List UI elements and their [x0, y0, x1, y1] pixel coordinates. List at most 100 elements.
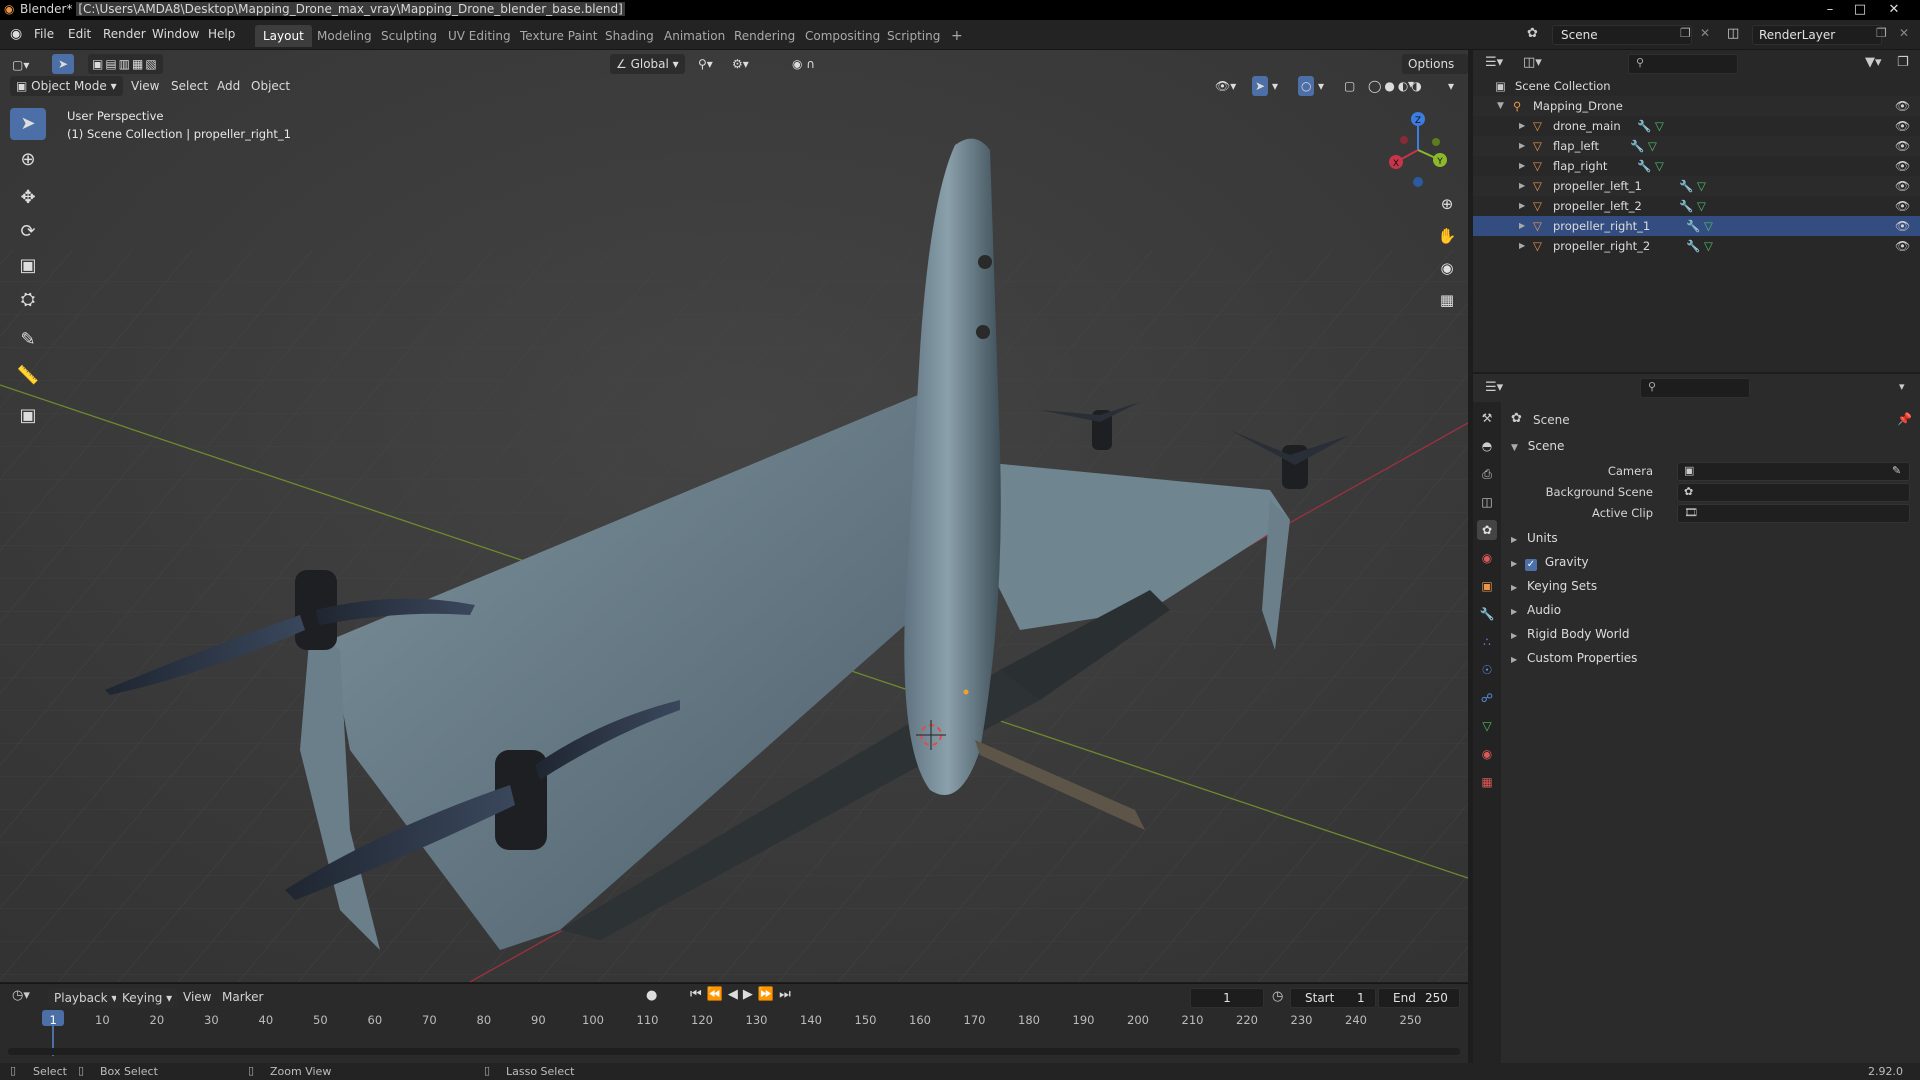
gravity-panel-header[interactable]: ▶ ✓ Gravity: [1511, 555, 1589, 571]
start-frame-field[interactable]: Start 1: [1290, 988, 1376, 1008]
blender-menu-icon[interactable]: ◉: [10, 26, 22, 42]
viewport-menu-select[interactable]: Select: [171, 76, 208, 96]
viewport-menu-object[interactable]: Object: [251, 76, 290, 96]
keying-sets-panel-header[interactable]: ▶ Keying Sets: [1511, 579, 1597, 593]
mesh-data-icon[interactable]: ▽: [1697, 176, 1706, 196]
tool-tab-icon[interactable]: ⚒: [1477, 408, 1497, 428]
rigid-body-world-panel-header[interactable]: ▶ Rigid Body World: [1511, 627, 1630, 641]
particles-tab-icon[interactable]: ∴: [1477, 632, 1497, 652]
custom-properties-panel-header[interactable]: ▶ Custom Properties: [1511, 651, 1637, 665]
active-clip-field[interactable]: 🎞: [1677, 504, 1910, 523]
mode-dropdown[interactable]: ▣ Object Mode ▾: [10, 76, 123, 96]
shading-dropdown-icon[interactable]: ▾: [1448, 76, 1454, 96]
visibility-eye-icon[interactable]: 👁: [1895, 116, 1910, 136]
visibility-eye-icon[interactable]: 👁: [1895, 96, 1910, 116]
outliner-row-drone-main[interactable]: ▶ ▽ drone_main 🔧 ▽ 👁: [1473, 116, 1920, 136]
scene-panel-header[interactable]: ▼ Scene: [1511, 439, 1564, 453]
tab-uv-editing[interactable]: UV Editing: [440, 25, 519, 47]
playback-controls[interactable]: ⏮⏪◀▶⏩⏭: [690, 987, 796, 1002]
modifier-wrench-icon[interactable]: 🔧: [1686, 216, 1700, 236]
zoom-icon[interactable]: ⊕: [1433, 190, 1461, 218]
modifier-wrench-icon[interactable]: 🔧: [1637, 116, 1651, 136]
background-scene-field[interactable]: ✿: [1677, 483, 1910, 502]
select-tool-mode-icon[interactable]: ➤: [52, 54, 74, 74]
overlays-toggle-icon[interactable]: ○: [1298, 76, 1315, 96]
mesh-data-icon[interactable]: ▽: [1648, 136, 1657, 156]
maximize-button[interactable]: □: [1846, 0, 1874, 20]
display-mode-icon[interactable]: ◫▾: [1523, 55, 1542, 70]
expand-arrow-icon[interactable]: ▶: [1519, 116, 1525, 136]
current-frame-field[interactable]: 1: [1190, 988, 1264, 1008]
properties-options-icon[interactable]: ▾: [1899, 380, 1905, 393]
keying-menu[interactable]: Keying ▾: [116, 988, 179, 1008]
tab-compositing[interactable]: Compositing: [797, 25, 888, 47]
select-box-tool[interactable]: ➤: [10, 108, 46, 140]
rotate-tool[interactable]: ⟳: [10, 216, 46, 248]
outliner-row-propeller-right-1[interactable]: ▶ ▽ propeller_right_1 🔧 ▽ 👁: [1473, 216, 1920, 236]
audio-panel-header[interactable]: ▶ Audio: [1511, 603, 1561, 617]
expand-arrow-icon[interactable]: ▶: [1519, 176, 1525, 196]
gizmo-toggle-icon[interactable]: ➤: [1252, 76, 1269, 96]
tab-layout[interactable]: Layout: [255, 25, 312, 47]
visibility-eye-icon[interactable]: 👁: [1895, 156, 1910, 176]
physics-tab-icon[interactable]: ☉: [1477, 660, 1497, 680]
expand-arrow-icon[interactable]: ▶: [1519, 236, 1525, 256]
render-tab-icon[interactable]: ◓: [1477, 436, 1497, 456]
scene-tab-icon[interactable]: ✿: [1477, 520, 1497, 540]
visibility-eye-icon[interactable]: 👁: [1895, 196, 1910, 216]
mesh-data-icon[interactable]: ▽: [1655, 116, 1664, 136]
eyedropper-icon[interactable]: ✎: [1892, 464, 1901, 477]
modifier-wrench-icon[interactable]: 🔧: [1679, 196, 1693, 216]
units-panel-header[interactable]: ▶ Units: [1511, 531, 1558, 545]
timeline-view-menu[interactable]: View: [183, 990, 211, 1004]
material-tab-icon[interactable]: ◉: [1477, 744, 1497, 764]
timeline-scrollbar[interactable]: [8, 1048, 1460, 1055]
transform-orientation-dropdown[interactable]: ∠ Global ▾: [610, 54, 685, 74]
visibility-eye-icon[interactable]: 👁: [1895, 136, 1910, 156]
add-cube-tool[interactable]: ▣: [10, 400, 46, 432]
minimize-button[interactable]: –: [1816, 0, 1844, 20]
properties-search-input[interactable]: [1640, 378, 1750, 398]
menu-edit[interactable]: Edit: [68, 27, 91, 41]
visibility-eye-icon[interactable]: 👁: [1895, 236, 1910, 256]
transform-tool[interactable]: ⛭: [10, 284, 46, 316]
options-dropdown[interactable]: Options ▾: [1402, 54, 1468, 91]
expand-arrow-icon[interactable]: ▼: [1497, 96, 1504, 116]
visibility-eye-icon[interactable]: 👁: [1895, 176, 1910, 196]
end-frame-field[interactable]: End 250: [1378, 988, 1460, 1008]
mesh-data-icon[interactable]: ▽: [1655, 156, 1664, 176]
timeline-marker-menu[interactable]: Marker: [222, 990, 263, 1004]
visibility-icon[interactable]: 👁▾: [1215, 76, 1236, 96]
menu-render[interactable]: Render: [103, 27, 146, 41]
object-tab-icon[interactable]: ▣: [1477, 576, 1497, 596]
visibility-eye-icon[interactable]: 👁: [1895, 216, 1910, 236]
output-tab-icon[interactable]: ⎙: [1477, 464, 1497, 484]
data-tab-icon[interactable]: ▽: [1477, 716, 1497, 736]
scene-icon[interactable]: ✿: [1527, 26, 1538, 41]
filter-icon[interactable]: ▼▾: [1865, 55, 1882, 70]
tab-shading[interactable]: Shading: [597, 25, 662, 47]
clock-icon[interactable]: ◷: [1272, 989, 1283, 1004]
texture-tab-icon[interactable]: ▦: [1477, 772, 1497, 792]
menu-window[interactable]: Window: [152, 27, 199, 41]
outliner-editor[interactable]: ☰▾ ◫▾ ⚲ ▼▾ ❐ ▣ Scene Collection ▼ ⚲ Mapp…: [1473, 50, 1920, 372]
outliner-row-flap-left[interactable]: ▶ ▽ flap_left 🔧 ▽ 👁: [1473, 136, 1920, 156]
cursor-tool[interactable]: ⊕: [10, 144, 46, 176]
gravity-checkbox[interactable]: ✓: [1524, 559, 1537, 571]
camera-field[interactable]: ▣ ✎: [1677, 462, 1910, 481]
expand-arrow-icon[interactable]: ▶: [1519, 216, 1525, 236]
viewport-menu-add[interactable]: Add: [217, 76, 240, 96]
expand-arrow-icon[interactable]: ▶: [1519, 136, 1525, 156]
modifier-wrench-icon[interactable]: 🔧: [1686, 236, 1700, 256]
pivot-point-icon[interactable]: ⚲▾: [698, 54, 713, 74]
timeline-editor-type-icon[interactable]: ◷▾: [12, 988, 30, 1003]
new-collection-icon[interactable]: ❐: [1897, 55, 1909, 70]
expand-arrow-icon[interactable]: ▶: [1519, 156, 1525, 176]
view-layer-selector[interactable]: RenderLayer: [1752, 25, 1882, 45]
outliner-row-propeller-left-1[interactable]: ▶ ▽ propeller_left_1 🔧 ▽ 👁: [1473, 176, 1920, 196]
mesh-data-icon[interactable]: ▽: [1697, 196, 1706, 216]
outliner-editor-type-icon[interactable]: ☰▾: [1485, 55, 1503, 70]
tab-rendering[interactable]: Rendering: [726, 25, 803, 47]
navigation-gizmo[interactable]: Z X Y: [1378, 110, 1454, 190]
modifier-tab-icon[interactable]: 🔧: [1477, 604, 1497, 624]
